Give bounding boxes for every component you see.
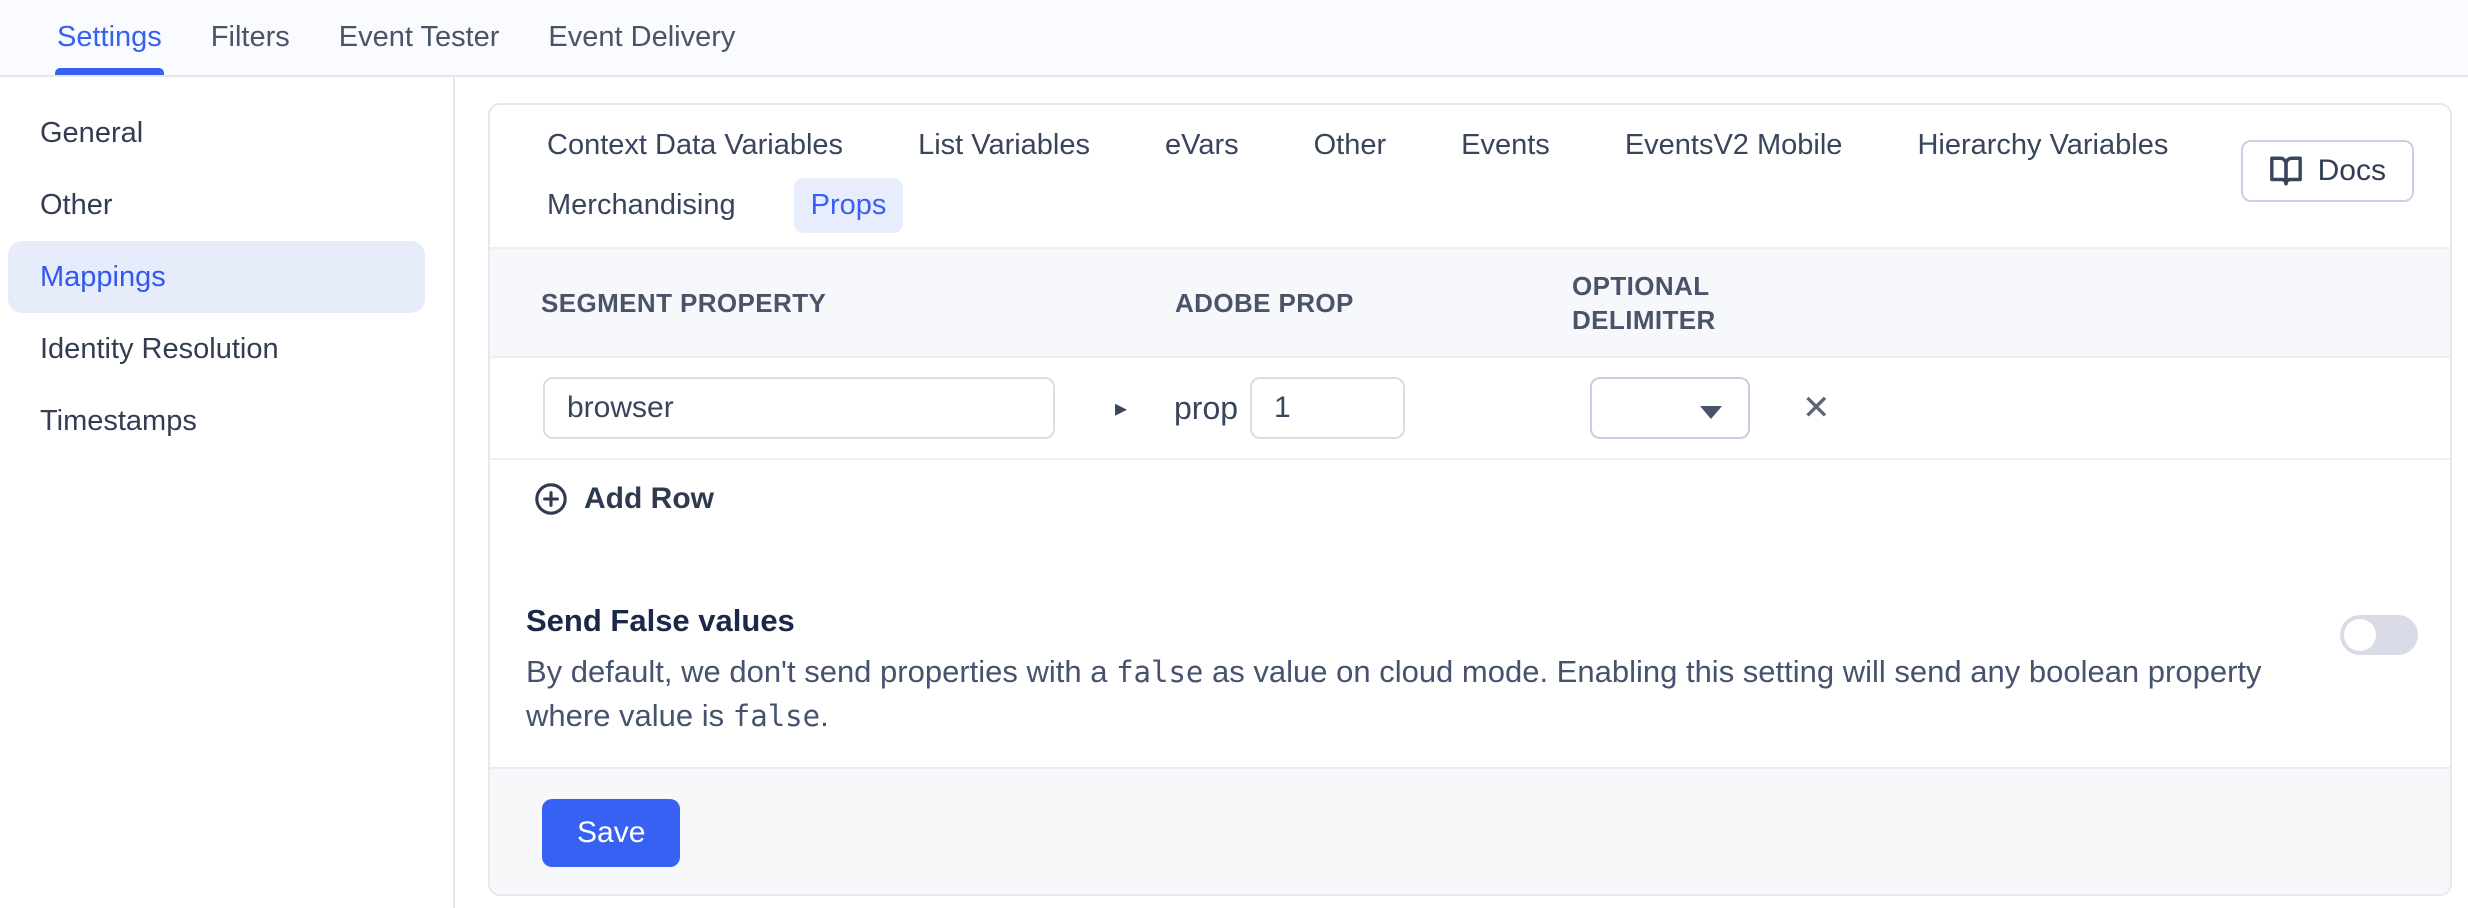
tab-hierarchy-variables[interactable]: Hierarchy Variables — [1900, 118, 2185, 173]
tab-props[interactable]: Props — [794, 178, 904, 233]
chevron-down-icon — [1700, 406, 1722, 419]
plus-circle-icon — [534, 482, 568, 516]
code-false-2: false — [733, 699, 820, 733]
nav-tab-event-delivery[interactable]: Event Delivery — [548, 0, 735, 75]
save-button[interactable]: Save — [542, 799, 680, 867]
content-area: General Other Mappings Identity Resoluti… — [0, 77, 2468, 908]
description-text: By default, we don't send properties wit… — [526, 654, 1116, 689]
sidebar-item-other[interactable]: Other — [8, 169, 425, 241]
sidebar-item-identity-resolution[interactable]: Identity Resolution — [8, 313, 425, 385]
top-navigation: Settings Filters Event Tester Event Deli… — [0, 0, 2468, 77]
mapping-row: ▸ prop ✕ — [490, 358, 2450, 460]
code-false-1: false — [1116, 655, 1203, 689]
nav-tab-settings[interactable]: Settings — [57, 0, 162, 75]
delimiter-select[interactable] — [1590, 377, 1750, 439]
toggle-knob — [2344, 619, 2376, 651]
mappings-table-header: Segment Property Adobe Prop Optional Del… — [490, 247, 2450, 358]
sidebar-item-mappings[interactable]: Mappings — [8, 241, 425, 313]
nav-tab-event-tester[interactable]: Event Tester — [339, 0, 500, 75]
tab-evars[interactable]: eVars — [1148, 118, 1256, 173]
send-false-values-toggle[interactable] — [2340, 615, 2418, 655]
card-footer: Save — [490, 767, 2450, 894]
add-row-button[interactable]: Add Row — [490, 460, 2450, 538]
send-false-values-title: Send False values — [526, 602, 2410, 640]
column-header-segment-property: Segment Property — [541, 286, 1175, 320]
book-icon — [2269, 154, 2303, 188]
nav-tab-filters[interactable]: Filters — [211, 0, 290, 75]
send-false-values-section: Send False values By default, we don't s… — [490, 602, 2450, 738]
settings-sidebar: General Other Mappings Identity Resoluti… — [0, 77, 455, 908]
sidebar-item-timestamps[interactable]: Timestamps — [8, 385, 425, 457]
docs-button-label: Docs — [2318, 154, 2386, 188]
tab-list-variables[interactable]: List Variables — [901, 118, 1107, 173]
description-text: . — [820, 698, 829, 733]
column-header-optional-delimiter: Optional Delimiter — [1572, 269, 1742, 337]
docs-button[interactable]: Docs — [2241, 140, 2414, 202]
variable-tabs: Context Data Variables List Variables eV… — [490, 105, 2450, 247]
adobe-prop-number-input[interactable] — [1250, 377, 1405, 439]
tab-merchandising[interactable]: Merchandising — [530, 178, 753, 233]
column-header-adobe-prop: Adobe Prop — [1175, 286, 1572, 320]
tab-other[interactable]: Other — [1297, 118, 1404, 173]
tab-eventsv2-mobile[interactable]: EventsV2 Mobile — [1608, 118, 1860, 173]
tab-events[interactable]: Events — [1444, 118, 1567, 173]
segment-property-input[interactable] — [543, 377, 1055, 439]
remove-row-button[interactable]: ✕ — [1802, 391, 1831, 425]
tab-context-data-variables[interactable]: Context Data Variables — [530, 118, 860, 173]
add-row-label: Add Row — [584, 482, 714, 516]
sidebar-item-general[interactable]: General — [8, 97, 425, 169]
mappings-card: Context Data Variables List Variables eV… — [488, 103, 2452, 896]
main-panel: Context Data Variables List Variables eV… — [455, 77, 2468, 908]
prop-prefix-label: prop — [1174, 390, 1238, 427]
map-arrow-icon: ▸ — [1115, 394, 1130, 423]
send-false-values-description: By default, we don't send properties wit… — [526, 650, 2316, 738]
